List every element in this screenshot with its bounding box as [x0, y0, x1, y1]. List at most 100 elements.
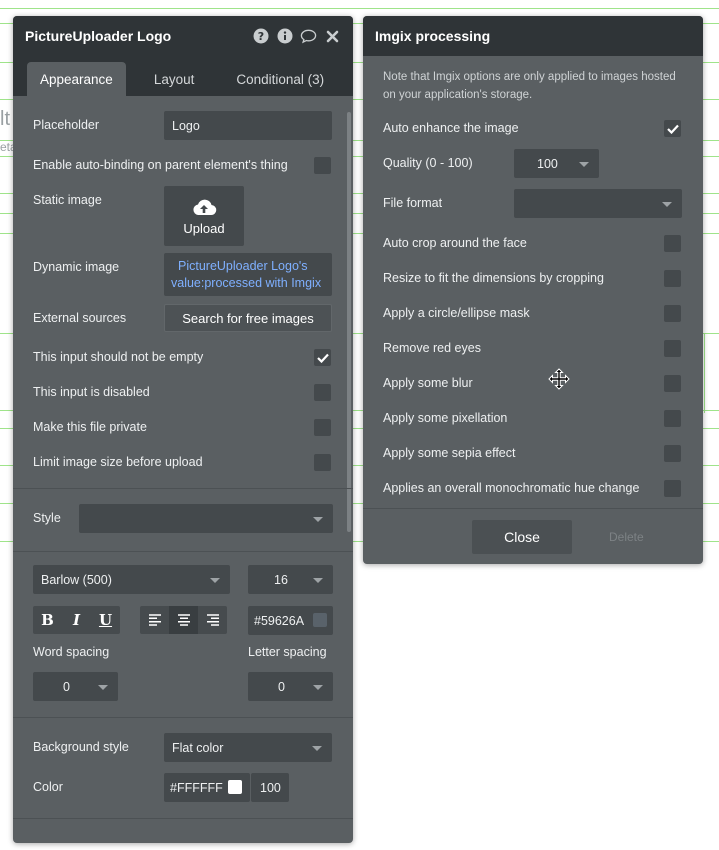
imgix-option-checkbox[interactable]: [664, 445, 681, 462]
panel-titlebar[interactable]: PictureUploader Logo ?: [13, 16, 353, 56]
style-label: Style: [33, 511, 61, 525]
align-center-icon: [177, 614, 190, 626]
chevron-down-icon: [313, 684, 323, 690]
svg-text:?: ?: [257, 30, 263, 43]
chevron-down-icon: [313, 516, 323, 522]
alignment-buttons: [140, 606, 227, 634]
section-divider: [13, 818, 353, 819]
color-hex-input[interactable]: #FFFFFF: [164, 773, 250, 802]
style-dropdown[interactable]: [79, 504, 333, 533]
font-size-dropdown[interactable]: 16: [248, 565, 333, 594]
file-format-dropdown[interactable]: [514, 189, 682, 218]
checkmark-icon: [666, 124, 679, 134]
panel-tabs: Appearance Layout Conditional (3): [13, 56, 353, 96]
chevron-down-icon: [312, 745, 322, 751]
word-spacing-label: Word spacing: [33, 645, 110, 659]
cloud-upload-icon: [193, 199, 217, 215]
font-family-dropdown[interactable]: Barlow (500): [33, 565, 230, 594]
align-left-button[interactable]: [140, 606, 169, 634]
section-divider: [13, 717, 353, 718]
upload-button[interactable]: Upload: [164, 186, 244, 246]
imgix-option-checkbox[interactable]: [664, 305, 681, 322]
letter-spacing-dropdown[interactable]: 0: [248, 672, 333, 701]
chevron-down-icon: [98, 684, 108, 690]
font-color-value: #59626A: [254, 613, 305, 628]
word-spacing-dropdown[interactable]: 0: [33, 672, 118, 701]
panel-scrollbar[interactable]: [347, 112, 351, 532]
canvas-guide-line: [704, 333, 705, 413]
align-right-button[interactable]: [198, 606, 227, 634]
auto-binding-checkbox[interactable]: [314, 157, 331, 174]
disabled-label: This input is disabled: [33, 385, 150, 399]
section-divider: [13, 551, 353, 552]
background-style-value: Flat color: [172, 740, 224, 755]
section-divider: [13, 488, 353, 489]
quality-dropdown[interactable]: 100: [514, 149, 599, 178]
close-button[interactable]: Close: [472, 520, 572, 554]
file-format-label: File format: [383, 196, 443, 210]
panel-title: PictureUploader Logo: [25, 28, 172, 44]
imgix-option-checkbox[interactable]: [664, 410, 681, 427]
comment-icon[interactable]: [300, 28, 317, 45]
not-empty-checkbox[interactable]: [314, 349, 331, 366]
chevron-down-icon: [210, 577, 220, 583]
limit-size-label: Limit image size before upload: [33, 455, 203, 469]
help-icon[interactable]: ?: [252, 28, 269, 45]
dynamic-image-label: Dynamic image: [33, 260, 120, 274]
imgix-title: Imgix processing: [375, 28, 491, 44]
dynamic-expression-line: value:processed with Imgix: [171, 275, 322, 290]
align-center-button[interactable]: [169, 606, 198, 634]
imgix-option-checkbox[interactable]: [664, 375, 681, 392]
placeholder-label: Placeholder: [33, 118, 100, 132]
checkmark-icon: [316, 353, 329, 363]
section-divider: [363, 508, 703, 509]
font-family-value: Barlow (500): [41, 572, 112, 587]
close-icon[interactable]: [324, 28, 341, 45]
tab-appearance[interactable]: Appearance: [27, 62, 126, 96]
canvas-guide-line: [0, 8, 719, 9]
delete-button[interactable]: Delete: [609, 530, 644, 544]
word-spacing-value: 0: [63, 679, 70, 694]
underline-button[interactable]: U: [91, 606, 120, 634]
auto-enhance-label: Auto enhance the image: [383, 121, 519, 135]
background-style-label: Background style: [33, 740, 129, 754]
tab-conditional[interactable]: Conditional (3): [222, 62, 338, 96]
color-opacity-input[interactable]: 100: [251, 773, 289, 802]
font-color-input[interactable]: #59626A: [248, 606, 333, 635]
imgix-option-checkbox[interactable]: [664, 480, 681, 497]
chevron-down-icon: [579, 161, 589, 167]
disabled-checkbox[interactable]: [314, 384, 331, 401]
info-icon[interactable]: [276, 28, 293, 45]
align-left-icon: [148, 614, 161, 626]
search-free-images-button[interactable]: Search for free images: [164, 304, 332, 332]
placeholder-input[interactable]: Logo: [164, 111, 332, 140]
static-image-label: Static image: [33, 193, 102, 207]
auto-enhance-checkbox[interactable]: [664, 120, 681, 137]
not-empty-label: This input should not be empty: [33, 350, 204, 364]
bold-button[interactable]: B: [33, 606, 62, 634]
color-swatch[interactable]: [228, 780, 242, 794]
chevron-down-icon: [662, 201, 672, 207]
imgix-option-label: Apply some blur: [383, 376, 473, 390]
tab-layout[interactable]: Layout: [130, 62, 219, 96]
imgix-processing-panel: Imgix processing Note that Imgix options…: [363, 16, 703, 564]
color-label: Color: [33, 780, 63, 794]
chevron-down-icon: [313, 577, 323, 583]
font-size-value: 16: [274, 572, 288, 587]
imgix-option-checkbox[interactable]: [664, 340, 681, 357]
imgix-option-checkbox[interactable]: [664, 235, 681, 252]
letter-spacing-value: 0: [278, 679, 285, 694]
font-color-swatch[interactable]: [313, 613, 327, 627]
private-checkbox[interactable]: [314, 419, 331, 436]
text-style-buttons: B I U: [33, 606, 120, 634]
imgix-option-checkbox[interactable]: [664, 270, 681, 287]
italic-button[interactable]: I: [62, 606, 91, 634]
canvas-text-fragment: lt: [0, 108, 10, 130]
imgix-titlebar[interactable]: Imgix processing: [363, 16, 703, 56]
background-style-dropdown[interactable]: Flat color: [164, 733, 332, 762]
imgix-option-label: Resize to fit the dimensions by cropping: [383, 271, 604, 285]
dynamic-expression-line: PictureUploader Logo's: [178, 258, 308, 273]
imgix-option-label: Apply a circle/ellipse mask: [383, 306, 530, 320]
limit-size-checkbox[interactable]: [314, 454, 331, 471]
dynamic-image-expression[interactable]: PictureUploader Logo's value:processed w…: [164, 253, 332, 296]
